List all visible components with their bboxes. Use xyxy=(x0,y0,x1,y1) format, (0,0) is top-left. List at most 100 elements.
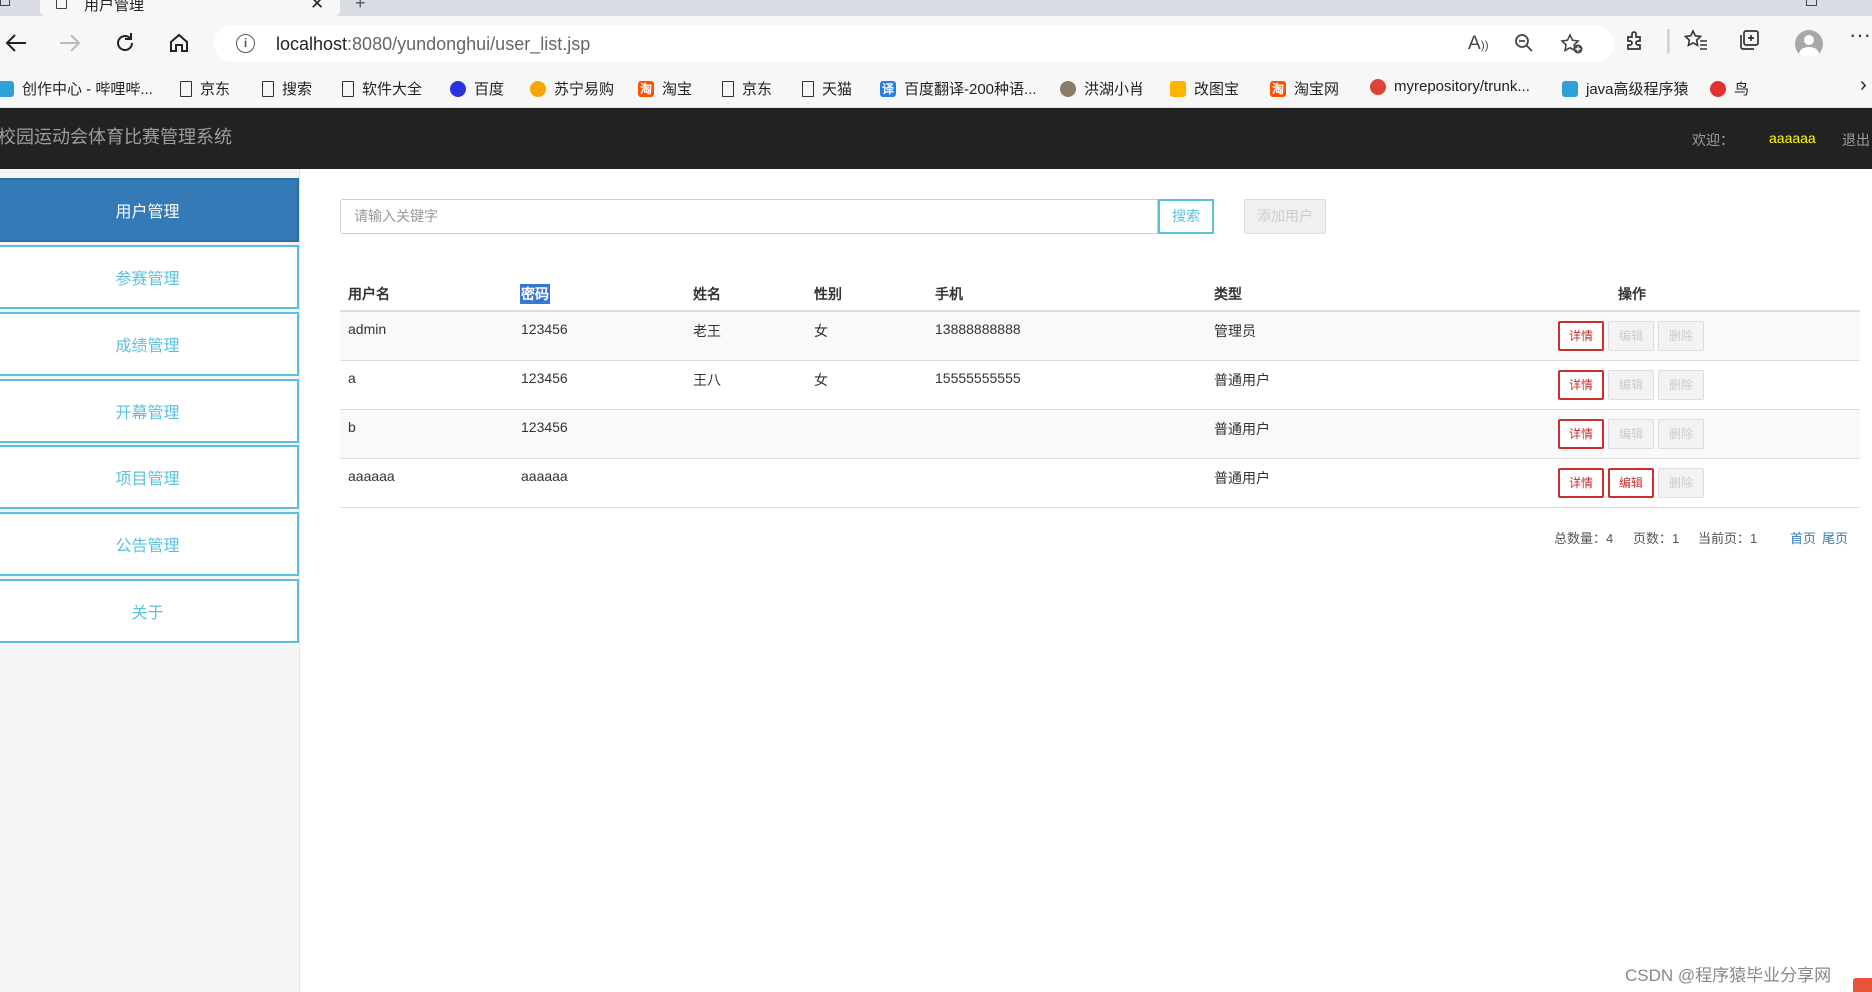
bookmark-item[interactable]: 创作中心 - 哔哩哔... xyxy=(0,78,153,99)
bookmark-item[interactable]: 京东 xyxy=(180,78,230,99)
address-bar[interactable]: i localhost:8080/yundonghui/user_list.js… xyxy=(214,25,1614,62)
chrome-icon xyxy=(1370,78,1386,95)
logout-link[interactable]: 退出 xyxy=(1842,130,1870,150)
delete-button[interactable]: 删除 xyxy=(1658,321,1704,351)
more-icon[interactable]: ··· xyxy=(1849,22,1871,48)
page-icon xyxy=(56,0,67,9)
detail-button[interactable]: 详情 xyxy=(1558,370,1604,400)
profile-icon[interactable] xyxy=(1795,30,1823,58)
more-bookmarks-icon[interactable]: › xyxy=(1860,74,1867,97)
page-icon xyxy=(802,80,814,97)
info-icon[interactable]: i xyxy=(236,34,255,53)
bookmark-item[interactable]: 译 百度翻译-200种语... xyxy=(880,78,1037,99)
page-icon xyxy=(342,80,354,97)
cell-phone: 15555555555 xyxy=(935,370,1021,386)
bookmark-item[interactable]: myrepository/trunk... xyxy=(1370,78,1530,95)
welcome-label: 欢迎： xyxy=(1692,132,1734,148)
close-icon[interactable]: ✕ xyxy=(310,0,324,14)
cell-type: 管理员 xyxy=(1214,323,1256,339)
gaitubao-icon xyxy=(1170,80,1186,97)
baidu-icon xyxy=(450,80,466,97)
sidebar-item-announcements[interactable]: 公告管理 xyxy=(0,512,299,576)
sidebar-item-opening[interactable]: 开幕管理 xyxy=(0,379,299,443)
cell-password: 123456 xyxy=(521,370,568,386)
bookmark-item[interactable]: 苏宁易购 xyxy=(530,78,614,99)
pager-current: 当前页：1 xyxy=(1698,531,1758,546)
csdn-watermark: CSDN @程序猿毕业分享网 xyxy=(1625,966,1832,985)
bookmark-item[interactable]: 鸟 xyxy=(1710,78,1749,99)
bilibili-icon xyxy=(0,80,14,97)
extensions-icon[interactable] xyxy=(1624,29,1646,57)
delete-button[interactable]: 删除 xyxy=(1658,419,1704,449)
read-aloud-icon[interactable]: A)) xyxy=(1468,33,1489,55)
column-header-actions: 操作 xyxy=(1618,286,1646,302)
bookmark-item[interactable]: 淘 淘宝网 xyxy=(1270,78,1339,99)
current-username: aaaaaa xyxy=(1769,130,1816,146)
search-input[interactable]: 请输入关键字 xyxy=(340,199,1158,234)
pager-last-link[interactable]: 尾页 xyxy=(1822,528,1848,547)
detail-button[interactable]: 详情 xyxy=(1558,419,1604,449)
bookmark-item[interactable]: 改图宝 xyxy=(1170,78,1239,99)
bookmark-item[interactable]: 百度 xyxy=(450,78,504,99)
bookmark-item[interactable]: 淘 淘宝 xyxy=(638,78,692,99)
sidebar-item-about[interactable]: 关于 xyxy=(0,579,299,643)
sidebar-item-events[interactable]: 项目管理 xyxy=(0,445,299,509)
search-button[interactable]: 搜索 xyxy=(1158,199,1214,234)
column-header-type: 类型 xyxy=(1214,286,1242,302)
detail-button[interactable]: 详情 xyxy=(1558,321,1604,351)
delete-button[interactable]: 删除 xyxy=(1658,468,1704,498)
detail-button[interactable]: 详情 xyxy=(1558,468,1604,498)
bookmark-item[interactable]: 天猫 xyxy=(802,78,852,99)
browser-tab-strip: 用户管理 ✕ + xyxy=(0,0,1872,16)
back-icon[interactable] xyxy=(1,28,31,58)
browser-toolbar: i localhost:8080/yundonghui/user_list.js… xyxy=(0,16,1872,72)
sidebar-item-participation[interactable]: 参赛管理 xyxy=(0,245,299,309)
taobao-icon: 淘 xyxy=(638,80,654,97)
cell-gender: 女 xyxy=(814,372,828,388)
zoom-icon[interactable] xyxy=(1514,33,1534,59)
cell-type: 普通用户 xyxy=(1214,421,1270,437)
bookmark-item[interactable]: 软件大全 xyxy=(342,78,422,99)
taobao-icon: 淘 xyxy=(1270,80,1286,97)
bookmark-item[interactable]: 洪湖小肖 xyxy=(1060,78,1144,99)
edit-button[interactable]: 编辑 xyxy=(1608,370,1654,400)
edit-button[interactable]: 编辑 xyxy=(1608,321,1654,351)
sidebar-item-scores[interactable]: 成绩管理 xyxy=(0,312,299,376)
app-header: 校园运动会体育比赛管理系统 欢迎： aaaaaa 退出 xyxy=(0,108,1872,169)
tab-title: 用户管理 xyxy=(84,0,145,14)
suning-icon xyxy=(530,80,546,97)
edit-button[interactable]: 编辑 xyxy=(1608,419,1654,449)
window-restore-icon[interactable] xyxy=(1806,0,1817,6)
app-title[interactable]: 校园运动会体育比赛管理系统 xyxy=(0,123,232,149)
bookmark-item[interactable]: java高级程序猿 xyxy=(1562,78,1689,99)
refresh-icon[interactable] xyxy=(110,28,140,58)
cell-type: 普通用户 xyxy=(1214,372,1270,388)
cell-name: 老王 xyxy=(693,323,721,339)
collections-icon[interactable] xyxy=(1738,29,1760,57)
tab-actions-icon[interactable] xyxy=(0,0,10,6)
cell-type: 普通用户 xyxy=(1214,470,1270,486)
favorites-icon[interactable] xyxy=(1683,29,1708,57)
bookmark-item[interactable]: 京东 xyxy=(722,78,772,99)
address-url[interactable]: localhost:8080/yundonghui/user_list.jsp xyxy=(276,34,590,55)
page-icon xyxy=(262,80,274,97)
column-header-name: 姓名 xyxy=(693,286,721,302)
browser-tab[interactable]: 用户管理 ✕ xyxy=(40,0,340,16)
new-tab-icon[interactable]: + xyxy=(355,0,366,14)
column-header-username: 用户名 xyxy=(348,286,390,302)
cell-username: admin xyxy=(348,321,387,337)
edit-button[interactable]: 编辑 xyxy=(1608,468,1654,498)
add-user-button[interactable]: 添加用户 xyxy=(1244,199,1326,234)
delete-button[interactable]: 删除 xyxy=(1658,370,1704,400)
table-row: admin 123456 老王 女 13888888888 管理员 详情 编辑 … xyxy=(340,312,1860,361)
sidebar-item-user-management[interactable]: 用户管理 xyxy=(0,178,299,242)
forward-icon[interactable] xyxy=(55,28,85,58)
cell-phone: 13888888888 xyxy=(935,321,1021,337)
pager-first-link[interactable]: 首页 xyxy=(1790,528,1816,547)
bookmark-item[interactable]: 搜索 xyxy=(262,78,312,99)
cell-username: aaaaaa xyxy=(348,468,395,484)
home-icon[interactable] xyxy=(164,28,194,58)
sidebar: 用户管理 参赛管理 成绩管理 开幕管理 项目管理 公告管理 关于 xyxy=(0,169,300,992)
favorite-add-icon[interactable] xyxy=(1560,33,1584,61)
pager-total: 总数量：4 xyxy=(1554,531,1614,546)
